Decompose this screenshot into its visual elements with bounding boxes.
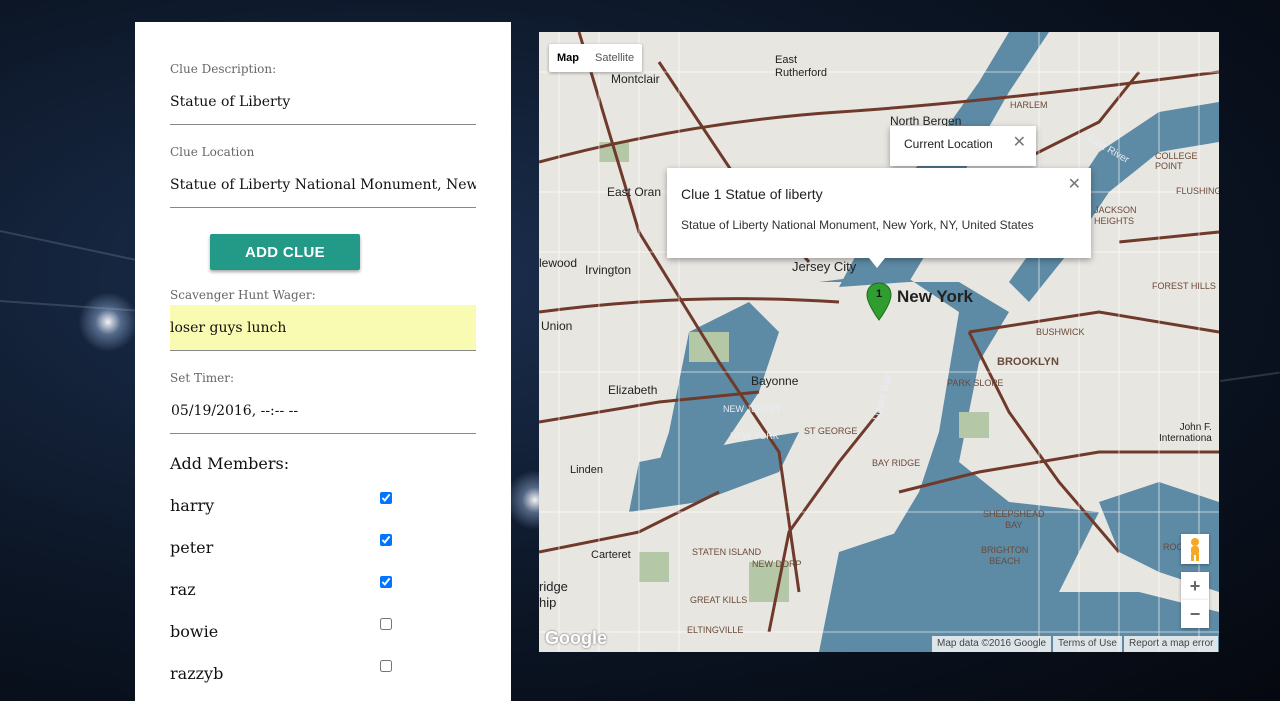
clue-marker-pin[interactable]: 1 bbox=[866, 282, 892, 322]
add-members-heading: Add Members: bbox=[170, 454, 290, 473]
member-row: raz bbox=[170, 576, 400, 600]
map-label-jfk: John F. Internationa bbox=[1159, 422, 1212, 444]
map-label-great-kills: GREAT KILLS bbox=[690, 595, 748, 605]
marker-label: 1 bbox=[875, 288, 883, 300]
bridge-light bbox=[78, 292, 138, 352]
clue-location-label: Clue Location bbox=[170, 145, 255, 159]
map-label-elizabeth: Elizabeth bbox=[608, 383, 658, 397]
map-attribution: Map data ©2016 Google bbox=[932, 636, 1052, 652]
park-area bbox=[639, 552, 669, 582]
wager-underline bbox=[170, 350, 476, 351]
current-location-infowindow: Current Location ✕ bbox=[890, 126, 1036, 166]
park-area bbox=[959, 412, 989, 438]
member-row: razzyb bbox=[170, 660, 400, 684]
current-location-text: Current Location bbox=[904, 137, 993, 151]
member-row: bowie bbox=[170, 618, 400, 642]
map-canvas[interactable]: New York Jersey City BROOKLYN Bayonne El… bbox=[539, 32, 1219, 652]
clue-description-underline bbox=[170, 124, 476, 125]
timer-label: Set Timer: bbox=[170, 371, 235, 385]
map-label-east-rutherford: East Rutherford bbox=[775, 54, 827, 79]
map-label-brighton-beach: BRIGHTON BEACH bbox=[981, 545, 1029, 566]
map-label-flushing: FLUSHING bbox=[1176, 186, 1219, 196]
map-label-sheepshead-bay: SHEEPSHEAD BAY bbox=[983, 509, 1045, 530]
timer-underline bbox=[170, 433, 476, 434]
map-label-new-york: New York bbox=[897, 287, 973, 306]
map-label-new-jersey: NEW JERSEY bbox=[723, 404, 782, 414]
clue-infowindow-title: Clue 1 Statue of liberty bbox=[681, 186, 823, 202]
member-name: razzyb bbox=[170, 664, 224, 683]
report-map-error-link[interactable]: Report a map error bbox=[1124, 636, 1219, 652]
map-label-jersey-city: Jersey City bbox=[792, 259, 857, 274]
map-label-bridge: ridge bbox=[539, 579, 568, 594]
map-label-bushwick: BUSHWICK bbox=[1036, 327, 1085, 337]
street-view-pegman-button[interactable] bbox=[1181, 534, 1209, 564]
wager-input[interactable]: loser guys lunch bbox=[170, 320, 476, 336]
map-label-new-york-state: NEW YORK bbox=[730, 431, 779, 441]
map-label-bayonne: Bayonne bbox=[751, 374, 799, 388]
map-type-satellite-button[interactable]: Satellite bbox=[587, 44, 642, 72]
map-tiles bbox=[539, 32, 1219, 652]
map-label-montclair: Montclair bbox=[611, 72, 660, 86]
pegman-icon bbox=[1191, 538, 1199, 561]
map-label-east-orange: East Oran bbox=[607, 185, 662, 199]
member-row: peter bbox=[170, 534, 400, 558]
infowindow-tail bbox=[869, 258, 885, 268]
member-name: raz bbox=[170, 580, 196, 599]
member-name: harry bbox=[170, 496, 215, 515]
timer-input[interactable]: 05/19/2016, --:-- -- bbox=[171, 403, 477, 419]
map-label-linden: Linden bbox=[570, 464, 604, 476]
map-label-college-point: COLLEGE POINT bbox=[1155, 151, 1198, 171]
terms-of-use-link[interactable]: Terms of Use bbox=[1053, 636, 1122, 652]
map-label-linewood: lewood bbox=[539, 256, 578, 270]
clue-description-label: Clue Description: bbox=[170, 62, 277, 76]
map-label-staten-island: STATEN ISLAND bbox=[692, 547, 762, 557]
clue-form-panel: Clue Description: Statue of Liberty Clue… bbox=[135, 22, 511, 701]
map-label-union: Union bbox=[541, 319, 573, 333]
clue-infowindow-address: Statue of Liberty National Monument, New… bbox=[681, 218, 1034, 232]
map-label-park-slope: PARK SLOPE bbox=[947, 378, 1004, 388]
member-name: bowie bbox=[170, 622, 219, 641]
member-checkbox[interactable] bbox=[380, 576, 392, 588]
wager-label: Scavenger Hunt Wager: bbox=[170, 288, 316, 302]
bridge-cable bbox=[0, 230, 157, 266]
zoom-out-button[interactable]: − bbox=[1181, 600, 1209, 628]
map-label-ship: hip bbox=[539, 595, 557, 610]
map-type-map-button[interactable]: Map bbox=[549, 44, 587, 72]
bridge-cable bbox=[1220, 371, 1280, 382]
member-checkbox[interactable] bbox=[380, 492, 392, 504]
member-checkbox[interactable] bbox=[380, 660, 392, 672]
map-label-jackson-heights: JACKSON HEIGHTS bbox=[1094, 205, 1137, 226]
zoom-in-button[interactable]: + bbox=[1181, 572, 1209, 600]
map-label-forest-hills: FOREST HILLS bbox=[1152, 281, 1216, 291]
add-clue-button[interactable]: ADD CLUE bbox=[210, 234, 360, 270]
member-checkbox[interactable] bbox=[380, 618, 392, 630]
clue-location-input[interactable]: Statue of Liberty National Monument, New… bbox=[170, 177, 476, 193]
clue-location-underline bbox=[170, 207, 476, 208]
map-label-new-dorp: NEW DORP bbox=[752, 559, 802, 569]
member-row: harry bbox=[170, 492, 400, 516]
map-type-control: Map Satellite bbox=[549, 44, 643, 72]
member-name: peter bbox=[170, 538, 214, 557]
clue-infowindow: Clue 1 Statue of liberty Statue of Liber… bbox=[667, 168, 1091, 258]
map-label-irvington: Irvington bbox=[585, 263, 632, 277]
google-logo: Google bbox=[545, 628, 607, 648]
close-icon[interactable]: ✕ bbox=[1013, 132, 1026, 152]
map-label-bay-ridge: BAY RIDGE bbox=[872, 458, 921, 468]
map-label-st-george: ST GEORGE bbox=[804, 426, 858, 436]
map-label-harlem: HARLEM bbox=[1010, 100, 1048, 110]
close-icon[interactable]: ✕ bbox=[1068, 174, 1081, 194]
member-checkbox[interactable] bbox=[380, 534, 392, 546]
map-label-eltingville: ELTINGVILLE bbox=[687, 625, 744, 635]
clue-description-input[interactable]: Statue of Liberty bbox=[170, 94, 476, 110]
map-label-brooklyn: BROOKLYN bbox=[997, 356, 1059, 368]
map-label-carteret: Carteret bbox=[591, 549, 631, 561]
